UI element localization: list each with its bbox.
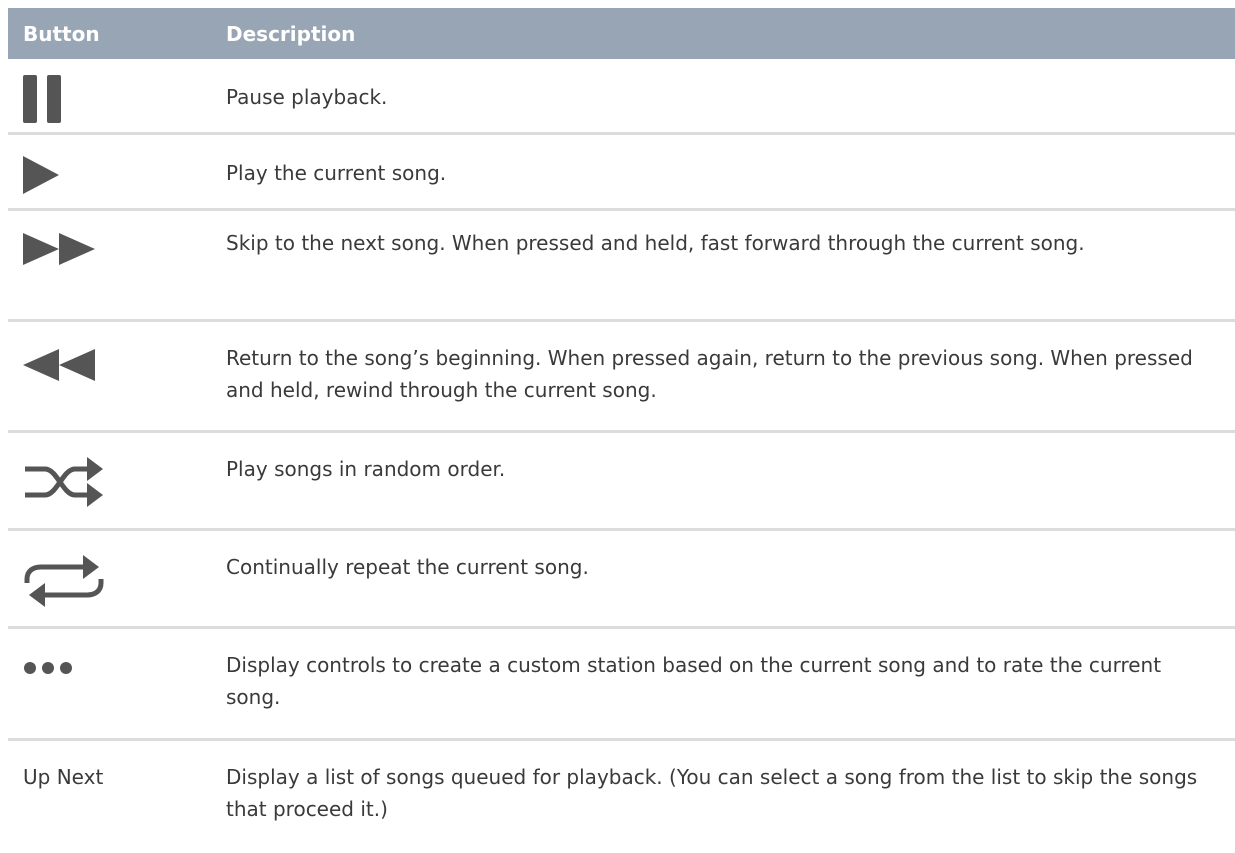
- row-description: Return to the song’s beginning. When pre…: [226, 346, 1193, 402]
- table-row: Play the current song.: [8, 135, 1235, 211]
- row-description: Pause playback.: [226, 85, 388, 109]
- row-description: Skip to the next song. When pressed and …: [226, 231, 1085, 255]
- rewind-icon: [23, 349, 99, 381]
- table-row: Pause playback.: [8, 59, 1235, 135]
- table-row: Display controls to create a custom stat…: [8, 629, 1235, 741]
- table-row: Skip to the next song. When pressed and …: [8, 211, 1235, 322]
- row-description: Display controls to create a custom stat…: [226, 653, 1162, 709]
- up-next-label: Up Next: [23, 765, 104, 789]
- controls-table: Button Description Pause playback. Play …: [8, 8, 1235, 853]
- row-description: Display a list of songs queued for playb…: [226, 765, 1198, 821]
- table-row: Play songs in random order.: [8, 433, 1235, 531]
- fast-forward-icon: [23, 233, 99, 265]
- table-header: Button Description: [8, 8, 1235, 59]
- pause-icon: [23, 75, 63, 123]
- table-row: Up Next Display a list of songs queued f…: [8, 741, 1235, 853]
- header-description: Description: [226, 21, 356, 46]
- table-row: Return to the song’s beginning. When pre…: [8, 322, 1235, 433]
- row-description: Play the current song.: [226, 161, 447, 185]
- more-icon: [23, 661, 75, 675]
- shuffle-icon: [23, 451, 105, 513]
- row-description: Continually repeat the current song.: [226, 555, 589, 579]
- play-icon: [23, 156, 63, 194]
- row-description: Play songs in random order.: [226, 457, 506, 481]
- repeat-icon: [23, 549, 105, 613]
- header-button: Button: [23, 21, 100, 46]
- table-row: Continually repeat the current song.: [8, 531, 1235, 629]
